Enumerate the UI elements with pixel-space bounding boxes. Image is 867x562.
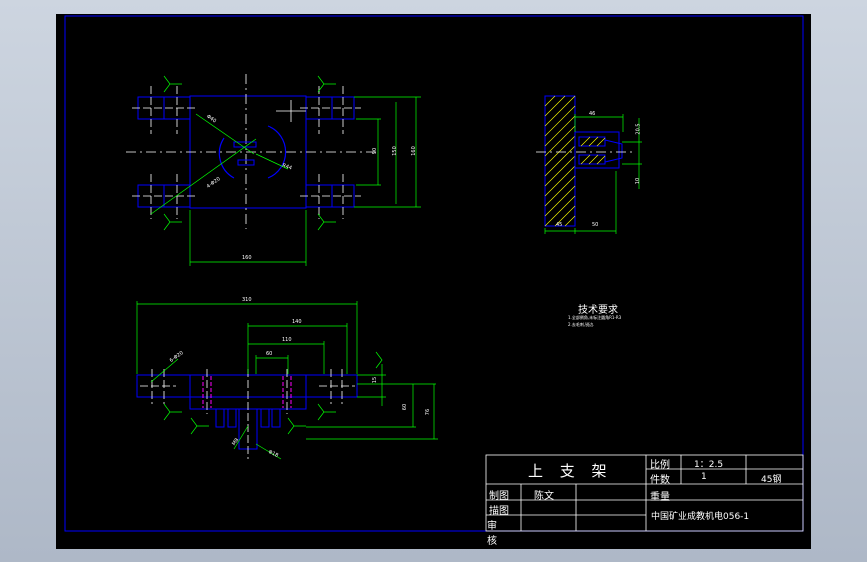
scale-value: 1：2.5 [694,460,724,470]
dim-20-5: 20.5 [635,123,642,135]
dim-10: 10 [635,177,642,185]
dim-160-vertical: 160 [410,146,417,156]
drawn-by-name: 陈文 [534,491,554,502]
material-value: 45钢 [761,475,782,485]
dim-110: 110 [282,337,292,343]
dim-160-horizontal: 160 [242,255,252,261]
drawn-by-label: 制图 [489,491,509,502]
top-view [126,74,421,266]
dim-60-vertical: 60 [402,403,409,411]
tech-notes-title: 技术要求 [578,305,618,316]
drawing-canvas[interactable]: 上 支 架 比例 1：2.5 件数 1 45钢 重量 制图 陈文 描图 审 核 … [56,14,811,549]
reviewed-by-label-2: 核 [487,536,497,547]
dim-310: 310 [242,297,252,303]
weight-label: 重量 [650,492,670,503]
company-name: 中国矿业成教机电056-1 [651,512,750,522]
dim-90: 90 [372,147,379,155]
traced-by-label: 描图 [489,506,509,517]
quantity-value: 1 [701,472,707,482]
tech-notes-line-1: 1.全部倒角,未标注圆角R1-R3 [568,315,622,320]
dim-150: 150 [391,146,398,156]
dim-46: 46 [589,111,596,117]
tech-notes-line-2: 2.去毛刺,锐边. [568,322,595,327]
dim-50: 50 [592,222,599,228]
scale-label: 比例 [650,460,670,471]
part-name: 上 支 架 [528,462,613,480]
drawing-frame [64,15,804,532]
dim-45: 45 [556,222,563,228]
dim-76: 76 [425,408,432,416]
quantity-label: 件数 [650,475,670,486]
reviewed-by-label: 审 [487,521,497,532]
dim-60: 60 [266,351,273,357]
dim-15: 15 [372,376,379,384]
dim-140: 140 [292,319,302,325]
front-view [136,301,438,460]
